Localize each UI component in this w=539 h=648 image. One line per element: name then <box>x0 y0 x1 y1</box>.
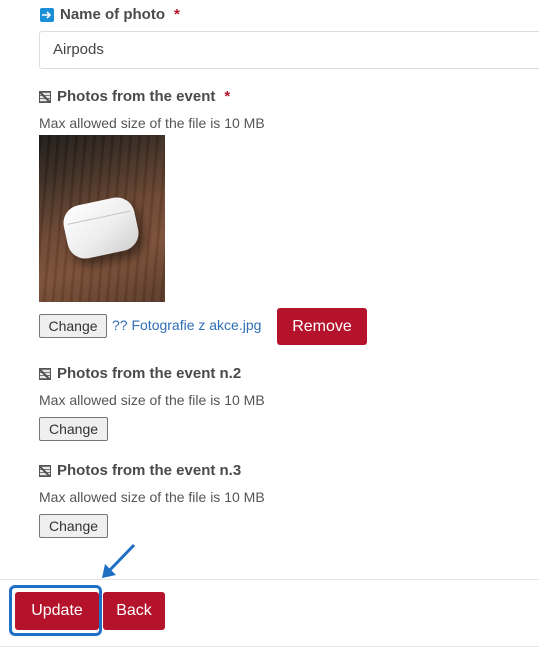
required-mark: * <box>174 6 180 23</box>
photo-preview <box>39 135 165 302</box>
photo-3-label: Photos from the event n.3 <box>39 462 241 479</box>
pointer-arrow-icon <box>102 543 136 578</box>
back-button[interactable]: Back <box>103 592 165 630</box>
name-field-label: Name of photo * <box>40 6 180 23</box>
bottom-divider <box>0 646 539 647</box>
airpods-case-image <box>60 194 142 262</box>
photo-3-size-hint: Max allowed size of the file is 10 MB <box>39 489 265 505</box>
photo-3-change-button[interactable]: Change <box>39 514 108 538</box>
photo-2-label: Photos from the event n.2 <box>39 365 241 382</box>
update-button[interactable]: Update <box>15 592 99 630</box>
arrow-right-icon <box>40 7 54 22</box>
photo-1-size-hint: Max allowed size of the file is 10 MB <box>39 115 265 131</box>
photo-1-file-link[interactable]: ?? Fotografie z akce.jpg <box>112 317 261 333</box>
required-mark: * <box>224 88 231 105</box>
image-icon <box>39 90 51 103</box>
photo-1-label: Photos from the event * <box>39 88 230 105</box>
photo-1-change-button[interactable]: Change <box>39 314 107 338</box>
image-icon <box>39 464 51 477</box>
photo-2-size-hint: Max allowed size of the file is 10 MB <box>39 392 265 408</box>
photo-2-change-button[interactable]: Change <box>39 417 108 441</box>
remove-button[interactable]: Remove <box>277 308 367 345</box>
image-icon <box>39 367 51 380</box>
photo-name-input[interactable]: Airpods <box>39 31 539 69</box>
footer-divider <box>0 579 539 580</box>
